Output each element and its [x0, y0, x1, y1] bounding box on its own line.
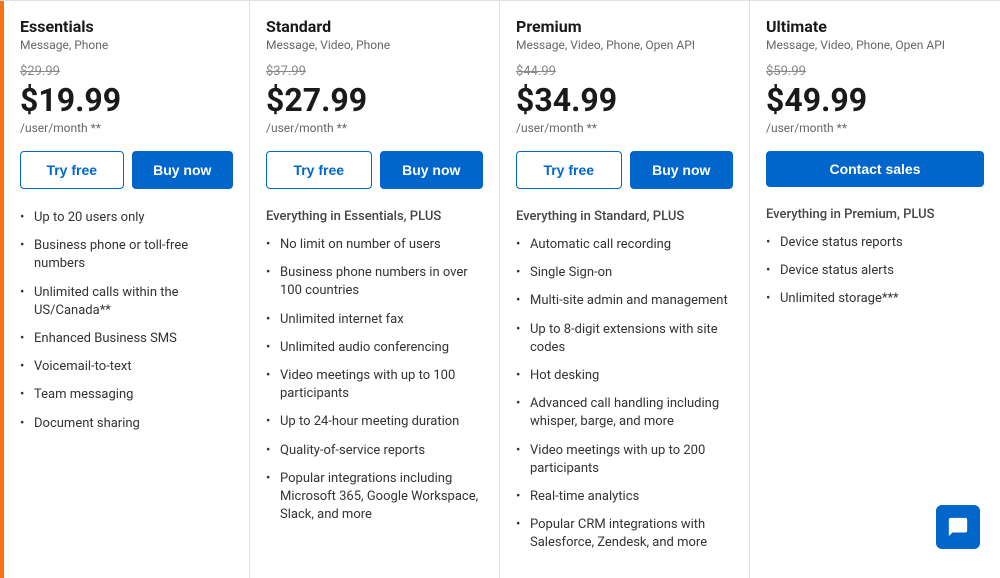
plus-label-ultimate: Everything in Premium, PLUS: [766, 207, 984, 222]
original-price-standard: $37.99: [266, 64, 483, 79]
feature-item: Up to 8-digit extensions with site codes: [516, 321, 733, 357]
original-price-essentials: $29.99: [20, 64, 233, 79]
feature-item: Hot desking: [516, 367, 733, 385]
current-price-premium: $34.99: [516, 81, 733, 119]
current-price-standard: $27.99: [266, 81, 483, 119]
feature-item: Multi-site admin and management: [516, 292, 733, 310]
feature-item: Video meetings with up to 200 participan…: [516, 442, 733, 478]
pricing-grid: Essentials Message, Phone $29.99 $19.99 …: [0, 0, 1000, 578]
plan-col-ultimate: Ultimate Message, Video, Phone, Open API…: [750, 1, 1000, 578]
button-row-premium: Try free Buy now: [516, 151, 733, 189]
feature-item: Voicemail-to-text: [20, 358, 233, 376]
plus-label-premium: Everything in Standard, PLUS: [516, 209, 733, 224]
try-free-button-premium[interactable]: Try free: [516, 151, 622, 189]
feature-item: Business phone or toll-free numbers: [20, 237, 233, 273]
button-row-essentials: Try free Buy now: [20, 151, 233, 189]
price-note-standard: /user/month **: [266, 121, 483, 135]
feature-item: Up to 24-hour meeting duration: [266, 413, 483, 431]
feature-item: Video meetings with up to 100 participan…: [266, 367, 483, 403]
feature-item: Enhanced Business SMS: [20, 330, 233, 348]
feature-item: Document sharing: [20, 415, 233, 433]
contact-sales-button-ultimate[interactable]: Contact sales: [766, 151, 984, 187]
feature-item: Automatic call recording: [516, 236, 733, 254]
price-note-ultimate: /user/month **: [766, 121, 984, 135]
plan-desc-standard: Message, Video, Phone: [266, 38, 483, 52]
price-note-essentials: /user/month **: [20, 121, 233, 135]
feature-list-essentials: Up to 20 users only Business phone or tol…: [20, 209, 233, 433]
button-row-standard: Try free Buy now: [266, 151, 483, 189]
feature-list-standard: No limit on number of users Business phon…: [266, 236, 483, 524]
plus-label-standard: Everything in Essentials, PLUS: [266, 209, 483, 224]
feature-item: Popular CRM integrations with Salesforce…: [516, 516, 733, 552]
feature-item: Device status reports: [766, 234, 984, 252]
feature-item: Single Sign-on: [516, 264, 733, 282]
price-note-premium: /user/month **: [516, 121, 733, 135]
original-price-ultimate: $59.99: [766, 64, 984, 79]
buy-now-button-standard[interactable]: Buy now: [380, 151, 484, 189]
current-price-ultimate: $49.99: [766, 81, 984, 119]
feature-item: Unlimited audio conferencing: [266, 339, 483, 357]
feature-list-premium: Automatic call recording Single Sign-on Mu…: [516, 236, 733, 552]
feature-item: Advanced call handling including whisper…: [516, 395, 733, 431]
feature-item: Up to 20 users only: [20, 209, 233, 227]
feature-item: Device status alerts: [766, 262, 984, 280]
feature-item: Team messaging: [20, 386, 233, 404]
buy-now-button-essentials[interactable]: Buy now: [132, 151, 234, 189]
feature-item: No limit on number of users: [266, 236, 483, 254]
feature-item: Unlimited storage***: [766, 290, 984, 308]
feature-item: Popular integrations including Microsoft…: [266, 470, 483, 525]
current-price-essentials: $19.99: [20, 81, 233, 119]
plan-name-essentials: Essentials: [20, 17, 233, 36]
plan-desc-premium: Message, Video, Phone, Open API: [516, 38, 733, 52]
plan-col-premium: Premium Message, Video, Phone, Open API …: [500, 1, 750, 578]
buy-now-button-premium[interactable]: Buy now: [630, 151, 734, 189]
plan-desc-ultimate: Message, Video, Phone, Open API: [766, 38, 984, 52]
feature-item: Quality-of-service reports: [266, 442, 483, 460]
feature-item: Business phone numbers in over 100 count…: [266, 264, 483, 300]
plan-name-standard: Standard: [266, 17, 483, 36]
feature-item: Unlimited internet fax: [266, 311, 483, 329]
try-free-button-essentials[interactable]: Try free: [20, 151, 124, 189]
try-free-button-standard[interactable]: Try free: [266, 151, 372, 189]
plan-col-essentials: Essentials Message, Phone $29.99 $19.99 …: [0, 1, 250, 578]
plan-name-ultimate: Ultimate: [766, 17, 984, 36]
plan-name-premium: Premium: [516, 17, 733, 36]
original-price-premium: $44.99: [516, 64, 733, 79]
plan-desc-essentials: Message, Phone: [20, 38, 233, 52]
feature-item: Unlimited calls within the US/Canada**: [20, 284, 233, 320]
feature-list-ultimate: Device status reports Device status alert…: [766, 234, 984, 309]
chat-button[interactable]: [936, 505, 980, 549]
plan-col-standard: Standard Message, Video, Phone $37.99 $2…: [250, 1, 500, 578]
feature-item: Real-time analytics: [516, 488, 733, 506]
